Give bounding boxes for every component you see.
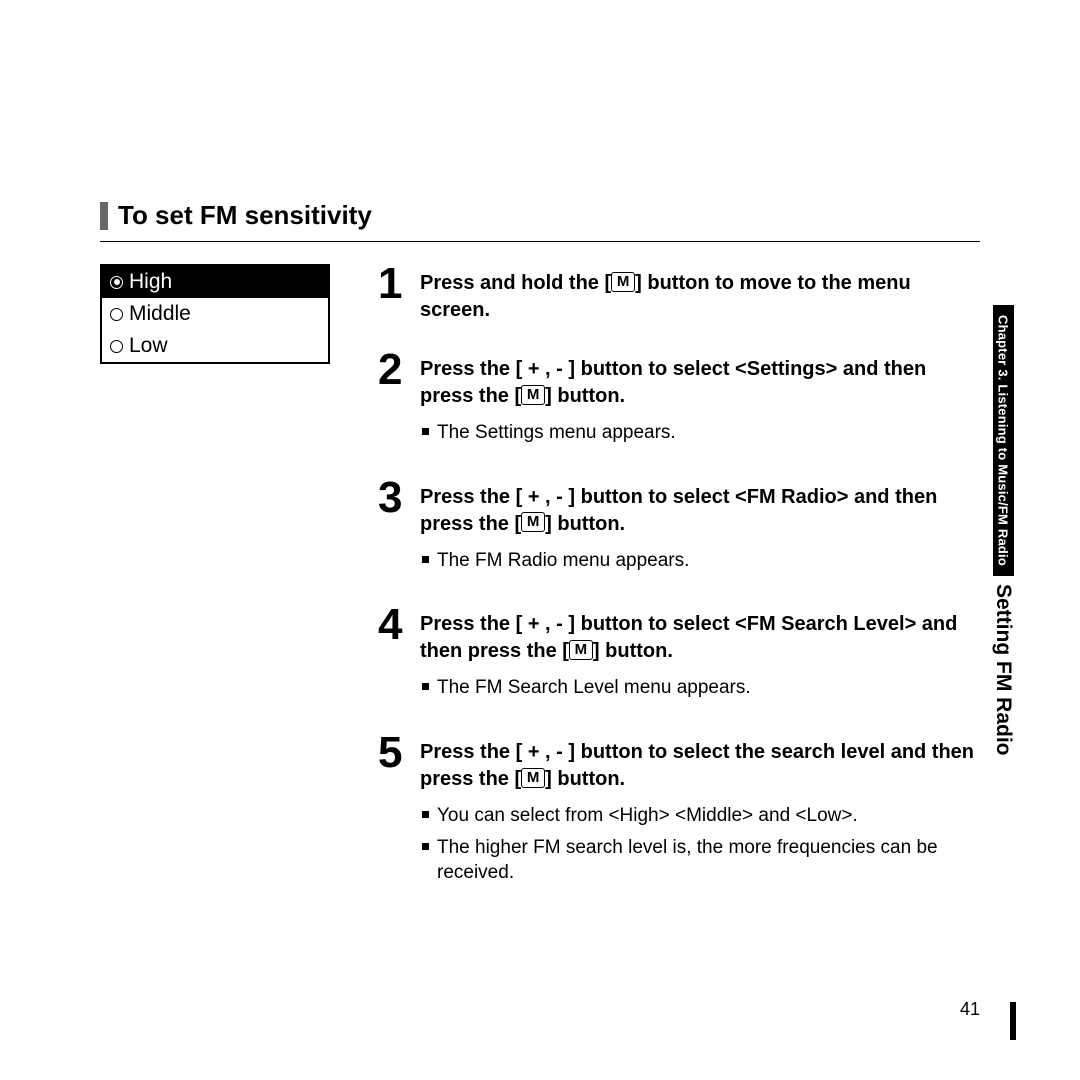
step-instruction-post: ] button. — [593, 640, 673, 662]
step-notes: The FM Search Level menu appears. — [420, 675, 980, 701]
step-number: 5 — [378, 733, 408, 773]
step-instruction-post: ] button. — [545, 385, 625, 407]
device-menu-item-label: Low — [129, 334, 168, 358]
step-note: You can select from <High> <Middle> and … — [422, 803, 980, 829]
m-button-icon: M — [521, 385, 545, 405]
radio-icon — [110, 276, 123, 289]
step-instruction-pre: Press the [ + , - ] button to select <Se… — [420, 358, 926, 407]
step-instruction-post: ] button. — [545, 513, 625, 535]
section-heading: To set FM sensitivity — [118, 200, 372, 231]
step-number: 2 — [378, 350, 408, 390]
step-instruction-pre: Press the [ + , - ] button to select <FM… — [420, 486, 937, 535]
m-button-icon: M — [569, 640, 593, 660]
side-section-label: Setting FM Radio — [991, 576, 1015, 756]
radio-icon — [110, 308, 123, 321]
step: 2 Press the [ + , - ] button to select <S… — [378, 350, 980, 452]
side-tab: Chapter 3. Listening to Music/FM Radio S… — [990, 305, 1016, 825]
section-heading-row: To set FM sensitivity — [100, 200, 980, 242]
step-notes: You can select from <High> <Middle> and … — [420, 803, 980, 886]
device-menu-item: Middle — [102, 298, 328, 330]
device-menu-screenshot: High Middle Low — [100, 264, 330, 364]
step-number: 1 — [378, 264, 408, 304]
step-instruction: Press the [ + , - ] button to select <Se… — [420, 356, 980, 410]
heading-accent-bar — [100, 202, 108, 230]
radio-icon — [110, 340, 123, 353]
step-instruction-pre: Press the [ + , - ] button to select <FM… — [420, 613, 957, 662]
step-note: The Settings menu appears. — [422, 420, 980, 446]
step-note-text: The higher FM search level is, the more … — [437, 835, 980, 886]
device-menu-item: Low — [102, 330, 328, 362]
step-note-text: The FM Search Level menu appears. — [437, 675, 751, 701]
step-body: Press the [ + , - ] button to select <Se… — [420, 350, 980, 452]
page-number: 41 — [960, 999, 980, 1020]
m-button-icon: M — [611, 272, 635, 292]
step-note: The FM Search Level menu appears. — [422, 675, 980, 701]
square-bullet-icon — [422, 843, 429, 850]
m-button-icon: M — [521, 768, 545, 788]
device-menu-item-label: High — [129, 270, 172, 294]
step-instruction-pre: Press the [ + , - ] button to select the… — [420, 741, 974, 790]
square-bullet-icon — [422, 428, 429, 435]
device-menu-item: High — [102, 266, 328, 298]
step-note-text: You can select from <High> <Middle> and … — [437, 803, 858, 829]
step-note: The higher FM search level is, the more … — [422, 835, 980, 886]
step-body: Press and hold the [M] button to move to… — [420, 264, 980, 324]
step-body: Press the [ + , - ] button to select the… — [420, 733, 980, 892]
step-instruction: Press the [ + , - ] button to select <FM… — [420, 611, 980, 665]
step-number: 3 — [378, 478, 408, 518]
step-instruction: Press and hold the [M] button to move to… — [420, 270, 980, 324]
step-notes: The Settings menu appears. — [420, 420, 980, 446]
step-instruction: Press the [ + , - ] button to select the… — [420, 739, 980, 793]
step-body: Press the [ + , - ] button to select <FM… — [420, 605, 980, 707]
step-note: The FM Radio menu appears. — [422, 548, 980, 574]
steps-list: 1 Press and hold the [M] button to move t… — [378, 264, 980, 918]
side-chapter-label: Chapter 3. Listening to Music/FM Radio — [993, 305, 1014, 576]
square-bullet-icon — [422, 811, 429, 818]
step-notes: The FM Radio menu appears. — [420, 548, 980, 574]
m-button-icon: M — [521, 512, 545, 532]
step: 4 Press the [ + , - ] button to select <F… — [378, 605, 980, 707]
step: 5 Press the [ + , - ] button to select th… — [378, 733, 980, 892]
step-note-text: The FM Radio menu appears. — [437, 548, 689, 574]
page-corner-accent — [1010, 1002, 1016, 1040]
step-instruction-post: ] button. — [545, 768, 625, 790]
step-instruction: Press the [ + , - ] button to select <FM… — [420, 484, 980, 538]
step: 3 Press the [ + , - ] button to select <F… — [378, 478, 980, 580]
step-number: 4 — [378, 605, 408, 645]
step: 1 Press and hold the [M] button to move t… — [378, 264, 980, 324]
square-bullet-icon — [422, 556, 429, 563]
step-note-text: The Settings menu appears. — [437, 420, 676, 446]
square-bullet-icon — [422, 683, 429, 690]
step-instruction-pre: Press and hold the [ — [420, 272, 611, 294]
device-menu-item-label: Middle — [129, 302, 191, 326]
step-body: Press the [ + , - ] button to select <FM… — [420, 478, 980, 580]
